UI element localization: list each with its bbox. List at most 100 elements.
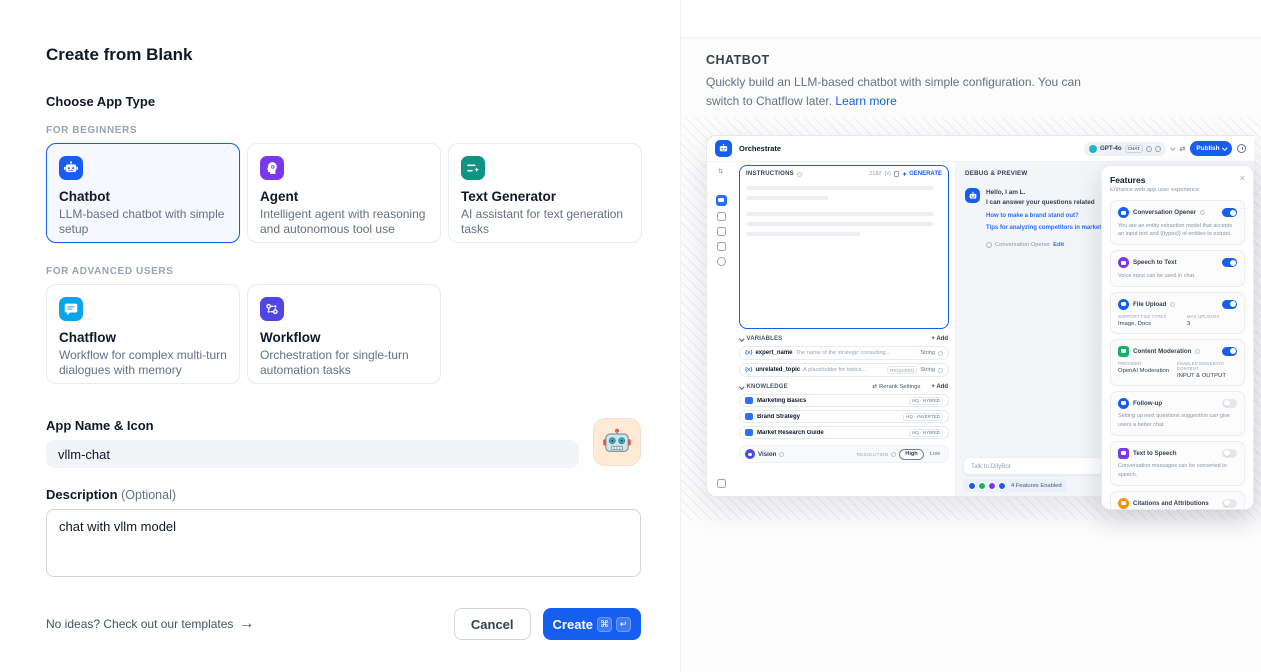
- features-panel: Features × Enhance web app user experien…: [1101, 165, 1254, 510]
- app-name-row: [46, 440, 641, 468]
- knowledge-doc-row: Market Research Guide HQ · HYBRID: [739, 426, 949, 439]
- app-type-desc: Intelligent agent with reasoning and aut…: [260, 207, 428, 236]
- toggle-off: [1222, 449, 1237, 458]
- variables-header: VARIABLES + Add: [740, 336, 948, 342]
- close-icon: ×: [1240, 173, 1245, 183]
- feature-card-file-upload: File Upload SUPPORT FILE TYPES Image, Do…: [1110, 292, 1245, 334]
- app-type-desc: Orchestration for single-turn automation…: [260, 348, 428, 377]
- app-type-desc: LLM-based chatbot with simple setup: [59, 207, 227, 236]
- cmd-key-icon: ⌘: [597, 617, 612, 632]
- beginner-app-type-cards: Chatbot LLM-based chatbot with simple se…: [46, 143, 641, 243]
- preview-pane: CHATBOT Quickly build an LLM-based chatb…: [680, 0, 1261, 672]
- toggle-on: [1222, 300, 1237, 309]
- feature-card-conversation-opener: Conversation Opener You are an entity ex…: [1110, 200, 1245, 245]
- folder-icon: [745, 397, 753, 404]
- config-column: INSTRUCTIONS 2182 {x} GENERATE: [735, 162, 955, 496]
- app-type-title: Agent: [260, 189, 428, 204]
- toggle-off: [1222, 399, 1237, 408]
- text-generator-icon: [461, 156, 485, 180]
- cancel-button[interactable]: Cancel: [454, 608, 531, 640]
- app-type-card-workflow[interactable]: Workflow Orchestration for single-turn a…: [247, 284, 441, 384]
- sidebar-doc-icon: [717, 227, 726, 236]
- app-icon-picker[interactable]: [593, 418, 641, 466]
- publish-button: Publish: [1190, 141, 1232, 156]
- preview-topstrip: [681, 0, 1261, 38]
- feature-dot-moderation: [978, 482, 986, 490]
- feature-dot-opener: [968, 482, 976, 490]
- toggle-on: [1222, 347, 1237, 356]
- feature-card-citations: Citations and Attributions Show source d…: [1110, 491, 1245, 510]
- app-type-title: Workflow: [260, 330, 428, 345]
- add-variable-button: + Add: [931, 336, 948, 342]
- chevron-down-icon: [739, 336, 744, 341]
- modal-title: Create from Blank: [46, 45, 641, 65]
- resolution-low-chip: Low: [927, 451, 943, 457]
- vision-eye-icon: [745, 449, 755, 459]
- app-type-desc: Workflow for complex multi-turn dialogue…: [59, 348, 227, 377]
- for-beginners-label: FOR BEGINNERS: [46, 125, 641, 136]
- workflow-icon: [260, 297, 284, 321]
- sidebar-orchestrate-icon: [716, 195, 727, 206]
- knowledge-doc-row: Marketing Basics HQ · HYBRID: [739, 394, 949, 407]
- enter-key-icon: ↵: [616, 617, 631, 632]
- history-clock-icon: [1237, 144, 1246, 153]
- feature-dot-speech: [988, 482, 996, 490]
- model-provider-icon: [1089, 145, 1097, 153]
- create-app-modal: Create from Blank Choose App Type FOR BE…: [0, 0, 680, 672]
- add-knowledge-button: + Add: [931, 384, 948, 390]
- app-type-card-chatflow[interactable]: Chatflow Workflow for complex multi-turn…: [46, 284, 240, 384]
- app-type-title: Chatflow: [59, 330, 227, 345]
- app-type-title: Text Generator: [461, 189, 629, 204]
- choose-app-type-label: Choose App Type: [46, 94, 641, 109]
- variable-token-icon: {x}: [885, 171, 892, 177]
- advanced-app-type-cards: Chatflow Workflow for complex multi-turn…: [46, 284, 641, 384]
- preview-heading: CHATBOT: [706, 53, 1136, 67]
- info-icon: [779, 452, 784, 457]
- preview-description: Quickly build an LLM-based chatbot with …: [706, 73, 1106, 110]
- text-to-speech-icon: [1118, 448, 1129, 459]
- chatflow-icon: [59, 297, 83, 321]
- prompt-placeholder-lines: [740, 180, 948, 248]
- learn-more-link[interactable]: Learn more: [835, 94, 896, 108]
- chevron-down-icon: [1222, 146, 1227, 151]
- agent-icon: [260, 156, 284, 180]
- toggle-on: [1222, 208, 1237, 217]
- knowledge-header: KNOWLEDGE ⇄ Rerank Settings + Add: [740, 384, 948, 390]
- bot-avatar-robot-icon: [965, 188, 980, 203]
- variable-row: {x} expert_name The name of the strategi…: [739, 346, 949, 360]
- app-name-input[interactable]: [46, 440, 579, 468]
- mini-sidebar: ⇄: [707, 162, 735, 496]
- knowledge-doc-row: Brand Strategy HQ · INVERTED: [739, 410, 949, 423]
- chevron-down-icon: [739, 384, 744, 389]
- app-type-card-chatbot[interactable]: Chatbot LLM-based chatbot with simple se…: [46, 143, 240, 243]
- required-badge: REQUIRED: [887, 366, 917, 374]
- vision-row: Vision RESOLUTION High Low: [739, 445, 949, 463]
- app-type-card-agent[interactable]: Agent Intelligent agent with reasoning a…: [247, 143, 441, 243]
- copy-icon: [894, 171, 899, 177]
- templates-link[interactable]: No ideas? Check out our templates: [46, 617, 233, 631]
- info-icon: [1170, 302, 1175, 307]
- content-moderation-icon: [1118, 346, 1129, 357]
- model-selector: GPT-4o CHAT: [1084, 142, 1166, 156]
- instructions-panel: INSTRUCTIONS 2182 {x} GENERATE: [739, 165, 949, 329]
- app-type-card-text-generator[interactable]: Text Generator AI assistant for text gen…: [448, 143, 642, 243]
- retrieval-tag: HQ · HYBRID: [909, 397, 943, 405]
- file-upload-icon: [1118, 299, 1129, 310]
- chevron-down-icon: [1170, 146, 1175, 151]
- create-button[interactable]: Create ⌘ ↵: [543, 608, 641, 640]
- description-textarea[interactable]: chat with vllm model: [46, 509, 641, 577]
- chatbot-icon: [59, 156, 83, 180]
- sidebar-note-icon: [717, 242, 726, 251]
- feature-card-text-to-speech: Text to Speech Conversation messages can…: [1110, 441, 1245, 486]
- retrieval-tag: HQ · INVERTED: [903, 413, 943, 421]
- variable-row: {x} unrelated_topic A placeholder for to…: [739, 363, 949, 377]
- char-count: 2182: [869, 171, 881, 177]
- sidebar-image-icon: [717, 212, 726, 221]
- retrieval-tag: HQ · HYBRID: [909, 429, 943, 437]
- app-type-desc: AI assistant for text generation tasks: [461, 207, 629, 236]
- variable-settings-icon: [938, 368, 943, 373]
- app-name-label: App Name & Icon: [46, 418, 641, 433]
- model-temp-icon: [1146, 146, 1152, 152]
- speech-to-text-icon: [1118, 257, 1129, 268]
- for-advanced-label: FOR ADVANCED USERS: [46, 266, 641, 277]
